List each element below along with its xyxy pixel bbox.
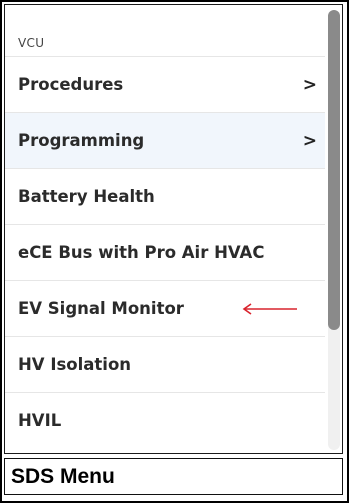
menu-item-hv-isolation[interactable]: HV Isolation xyxy=(5,336,325,392)
menu-item-label: HVIL xyxy=(18,411,62,430)
menu-item-programming[interactable]: Programming > xyxy=(5,112,325,168)
section-header: VCU xyxy=(18,36,45,50)
menu-item-hvil[interactable]: HVIL xyxy=(5,392,325,448)
menu-item-label: Battery Health xyxy=(18,187,155,206)
scrollbar[interactable] xyxy=(328,10,340,450)
menu-item-procedures[interactable]: Procedures > xyxy=(5,56,325,112)
red-arrow-icon xyxy=(242,302,297,315)
chevron-right-icon: > xyxy=(302,74,317,95)
menu-item-label: HV Isolation xyxy=(18,355,132,374)
chevron-right-icon: > xyxy=(302,130,317,151)
menu-item-ece-bus[interactable]: eCE Bus with Pro Air HVAC xyxy=(5,224,325,280)
menu-item-label: Programming xyxy=(18,131,145,150)
menu-item-label: eCE Bus with Pro Air HVAC xyxy=(18,243,265,262)
footer-title: SDS Menu xyxy=(4,458,343,495)
menu-panel: VCU Procedures > Programming > Battery H… xyxy=(4,4,343,454)
menu-item-label: EV Signal Monitor xyxy=(18,299,184,318)
menu-item-battery-health[interactable]: Battery Health xyxy=(5,168,325,224)
menu-item-ev-signal-monitor[interactable]: EV Signal Monitor xyxy=(5,280,325,336)
menu-item-label: Procedures xyxy=(18,75,124,94)
scrollbar-thumb[interactable] xyxy=(328,10,340,330)
menu-list: VCU Procedures > Programming > Battery H… xyxy=(5,5,325,448)
